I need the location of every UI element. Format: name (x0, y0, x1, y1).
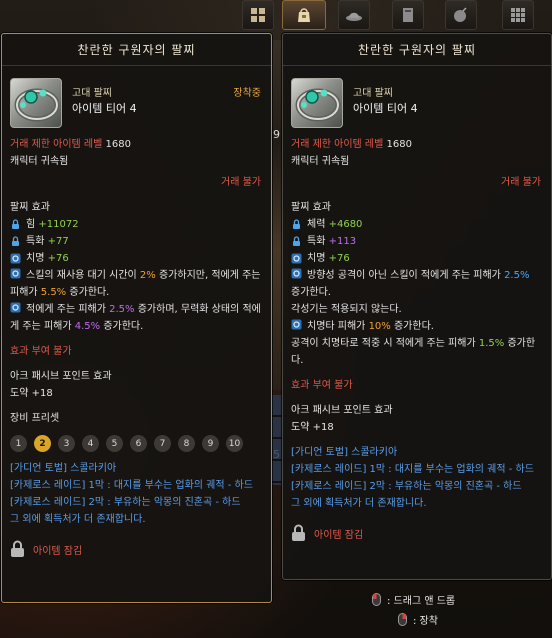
tab-book[interactable] (392, 0, 424, 30)
preset-button[interactable]: 5 (106, 435, 123, 452)
bag-icon (298, 8, 310, 22)
equipment-preset-row: 1 2 3 4 5 6 7 8 9 10 (10, 435, 261, 452)
gear-icon (10, 253, 21, 264)
trade-status: 거래 불가 (501, 177, 541, 188)
ark-passive-header: 아크 패시브 포인트 효과 (10, 371, 112, 382)
padlock-icon (292, 524, 305, 541)
stat-row: 치명 +76 (10, 250, 261, 267)
preset-button[interactable]: 8 (178, 435, 195, 452)
stat-row: 치명 +76 (291, 250, 541, 267)
preset-button[interactable]: 1 (10, 435, 27, 452)
stat-row: 힘 +11072 (10, 216, 261, 233)
source-link[interactable]: [카제로스 레이드] 1막 : 대지를 부수는 업화의 궤적 - 하드 (10, 477, 261, 494)
bracelet-effect: 치명타 피해가 10% 증가한다. (291, 318, 541, 335)
item-lock[interactable]: 아이템 잠김 (10, 540, 261, 558)
equipped-badge: 장착중 (233, 88, 261, 99)
bomb-icon (454, 7, 467, 22)
bracelet-effect-note: 공격이 치명타로 적중 시 적에게 주는 피해가 1.5% 증가한다. (291, 338, 536, 366)
bound-status: 캐릭터 귀속됨 (291, 156, 350, 167)
mouse-right-icon (398, 613, 407, 626)
drag-drop-hint: : 드래그 앤 드롭 (372, 592, 455, 607)
source-link[interactable]: [카제로스 레이드] 2막 : 부유하는 악몽의 진혼곡 - 하드 그 외에 획득… (10, 494, 261, 528)
inventory-toolbar (240, 0, 552, 32)
effect-header: 팔찌 효과 (10, 202, 50, 213)
gear-icon (291, 268, 302, 279)
bracelet-effect-note: 각성기는 적용되지 않는다. (291, 304, 402, 315)
item-grade: 고대 팔찌 (72, 88, 112, 99)
ark-passive-value: 도약 +18 (10, 388, 53, 399)
item-lock[interactable]: 아이템 잠김 (291, 524, 541, 542)
source-link[interactable]: [가디언 토벌] 스콜라키아 (10, 460, 261, 477)
tab-consumable[interactable] (445, 0, 477, 30)
gear-icon (291, 319, 302, 330)
tab-misc[interactable] (502, 0, 534, 30)
equipped-item-tooltip: 찬란한 구원자의 팔찌 고대 팔찌 아이템 티어 4 장착중 거래 제한 아이템… (1, 33, 272, 603)
item-tier: 아이템 티어 4 (72, 102, 137, 115)
preset-button[interactable]: 3 (58, 435, 75, 452)
gear-icon (291, 253, 302, 264)
trade-limit-level: 거래 제한 아이템 레벨 1680 (10, 139, 131, 150)
lock-icon (291, 236, 302, 247)
item-header: 고대 팔찌 아이템 티어 4 장착중 (10, 78, 261, 136)
background-number: 9 (273, 128, 280, 141)
grid-icon (251, 8, 265, 22)
equip-hint: : 장착 (398, 612, 438, 627)
tab-bag[interactable] (282, 0, 326, 30)
item-grade: 고대 팔찌 (353, 88, 393, 99)
grant-status: 효과 부여 불가 (291, 380, 353, 391)
tab-avatar[interactable] (338, 0, 370, 30)
preset-button[interactable]: 9 (202, 435, 219, 452)
preset-button[interactable]: 6 (130, 435, 147, 452)
preset-button[interactable]: 4 (82, 435, 99, 452)
lock-icon (10, 219, 21, 230)
stat-row: 특화 +113 (291, 233, 541, 250)
hat-icon (346, 12, 362, 21)
source-link[interactable]: [가디언 토벌] 스콜라키아 (291, 444, 541, 461)
grant-status: 효과 부여 불가 (10, 346, 72, 357)
trade-status: 거래 불가 (221, 177, 261, 188)
effect-header: 팔찌 효과 (291, 202, 331, 213)
mouse-left-icon (372, 593, 381, 606)
lock-icon (291, 219, 302, 230)
gear-icon (10, 268, 21, 279)
source-link[interactable]: [카제로스 레이드] 2막 : 부유하는 악몽의 진혼곡 - 하드 그 외에 획득… (291, 478, 541, 512)
stat-row: 체력 +4680 (291, 216, 541, 233)
item-header: 고대 팔찌 아이템 티어 4 (291, 78, 541, 136)
bracelet-icon (10, 78, 62, 128)
item-tier: 아이템 티어 4 (353, 102, 418, 115)
bound-status: 캐릭터 귀속됨 (10, 156, 69, 167)
bracelet-icon (291, 78, 343, 128)
ark-passive-value: 도약 +18 (291, 422, 334, 433)
bracelet-effect: 적에게 주는 피해가 2.5% 증가하며, 무력화 상태의 적에게 주는 피해가… (10, 302, 261, 332)
preset-label: 장비 프리셋 (10, 413, 60, 424)
ark-passive-header: 아크 패시브 포인트 효과 (291, 405, 393, 416)
grid-dense-icon (511, 8, 525, 22)
book-icon (403, 8, 413, 22)
preset-button[interactable]: 2 (34, 435, 51, 452)
compare-item-tooltip: 찬란한 구원자의 팔찌 고대 팔찌 아이템 티어 4 거래 제한 아이템 레벨 … (282, 33, 552, 580)
preset-button[interactable]: 10 (226, 435, 243, 452)
item-name: 찬란한 구원자의 팔찌 (2, 34, 271, 66)
source-link[interactable]: [카제로스 레이드] 1막 : 대지를 부수는 업화의 궤적 - 하드 (291, 461, 541, 478)
lock-icon (10, 236, 21, 247)
preset-button[interactable]: 7 (154, 435, 171, 452)
trade-limit-level: 거래 제한 아이템 레벨 1680 (291, 139, 412, 150)
item-name: 찬란한 구원자의 팔찌 (283, 34, 551, 66)
gear-icon (10, 302, 21, 313)
stat-row: 특화 +77 (10, 233, 261, 250)
padlock-icon (11, 540, 24, 557)
tab-grid[interactable] (242, 0, 274, 30)
bracelet-effect: 방향성 공격이 아닌 스킬이 적에게 주는 피해가 2.5% 증가한다. (291, 268, 530, 298)
bracelet-effect: 스킬의 재사용 대기 시간이 2% 증가하지만, 적에게 주는 피해가 5.5%… (10, 268, 261, 298)
